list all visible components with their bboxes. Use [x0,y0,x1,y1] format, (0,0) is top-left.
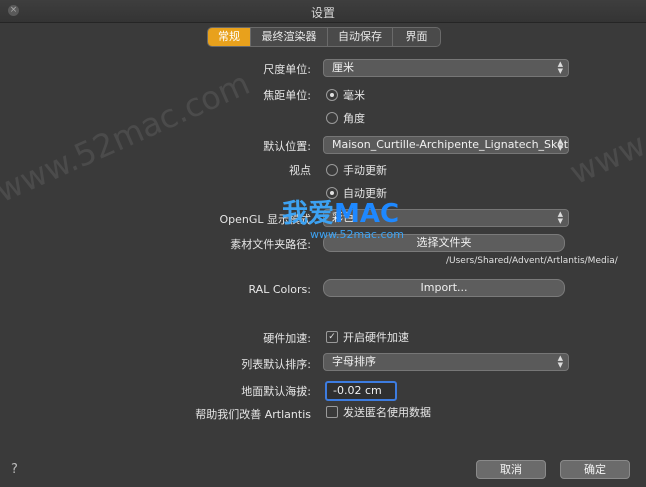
logo-watermark: 我爱MAC [282,193,399,230]
select-arrows-icon: ▲ ▼ [557,210,563,225]
focal-label: 焦距单位: [263,89,311,102]
tab-final-renderer[interactable]: 最终渲染器 [251,28,328,46]
material-path-text: /Users/Shared/Advent/Artlantis/Media/ [446,256,618,266]
send-data-checkbox[interactable] [326,406,338,418]
import-button[interactable]: Import... [323,279,565,297]
hw-accel-checkbox[interactable]: ✓ [326,331,338,343]
list-sort-label: 列表默认排序: [241,358,311,371]
unit-label: 尺度单位: [263,63,311,76]
hw-accel-check-label: 开启硬件加速 [343,331,409,344]
watermark-text-right: www.52mac.com [564,46,646,192]
ok-button[interactable]: 确定 [560,460,630,479]
default-location-value: Maison_Curtille-Archipente_Lignatech_Ske… [332,138,569,151]
viewpoint-manual-radio[interactable] [326,164,338,176]
ground-altitude-label: 地面默认海拔: [241,385,311,398]
default-location-select[interactable]: Maison_Curtille-Archipente_Lignatech_Ske… [323,136,569,154]
tab-interface[interactable]: 界面 [393,28,440,46]
title-bar: × 设置 [0,0,646,23]
material-folder-label: 素材文件夹路径: [230,238,311,251]
cancel-button[interactable]: 取消 [476,460,546,479]
tab-general[interactable]: 常规 [208,28,251,46]
unit-select[interactable]: 厘米 ▲ ▼ [323,59,569,77]
ground-altitude-input[interactable]: -0.02 cm [325,381,397,401]
tab-autosave[interactable]: 自动保存 [328,28,393,46]
hw-accel-label: 硬件加速: [263,332,311,345]
focal-mm-label: 毫米 [343,89,365,102]
focal-mm-radio[interactable] [326,89,338,101]
select-arrows-icon: ▲ ▼ [557,60,563,75]
select-arrows-icon: ▲ ▼ [557,137,563,152]
window-title: 设置 [310,6,335,20]
default-location-label: 默认位置: [263,140,311,153]
logo-watermark-url: www.52mac.com [310,228,404,241]
ral-colors-label: RAL Colors: [248,283,311,296]
select-arrows-icon: ▲ ▼ [557,354,563,369]
logo-watermark-cn: 我爱 [282,199,335,229]
logo-watermark-en: MAC [334,199,400,229]
tab-bar: 常规 最终渲染器 自动保存 界面 [207,27,441,47]
unit-select-value: 厘米 [332,61,354,74]
focal-angle-radio[interactable] [326,112,338,124]
help-improve-label: 帮助我们改善 Artlantis [195,408,311,421]
send-data-label: 发送匿名使用数据 [343,406,431,419]
viewpoint-manual-label: 手动更新 [343,164,387,177]
list-sort-select[interactable]: 字母排序 ▲ ▼ [323,353,569,371]
watermark-text-left: www.52mac.com [0,64,256,210]
help-icon[interactable]: ? [11,462,18,477]
viewpoint-label: 视点 [289,164,311,177]
list-sort-value: 字母排序 [332,355,376,368]
focal-angle-label: 角度 [343,112,365,125]
